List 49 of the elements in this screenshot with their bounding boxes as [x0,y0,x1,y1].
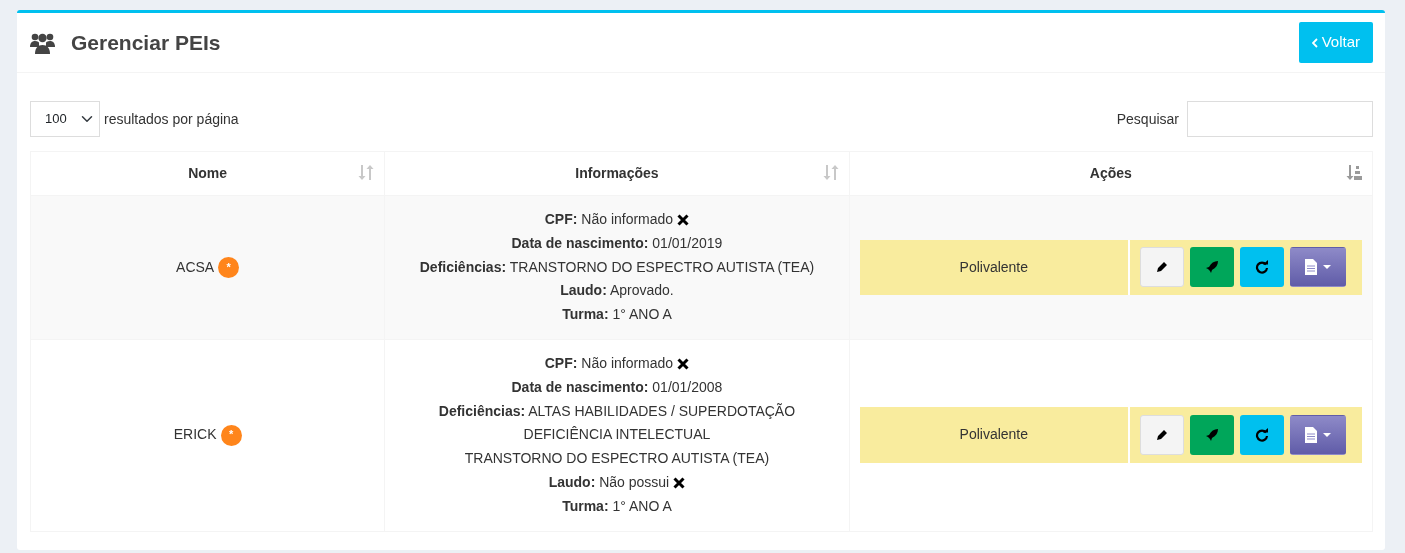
info-line: Turma: 1° ANO A [562,496,672,516]
document-icon [1305,427,1317,444]
teacher-label: Polivalente [959,425,1029,445]
edit-button[interactable] [1140,415,1184,456]
document-menu-button[interactable] [1290,247,1346,288]
info-line: DEFICIÊNCIA INTELECTUAL [523,425,711,445]
sort-icon [358,165,375,180]
users-icon [30,31,55,54]
pencil-icon [1155,428,1169,443]
info-line: Deficiências: ALTAS HABILIDADES / SUPERDOTAÇÃO [438,401,796,421]
info-line: Laudo: Aprovado. [560,281,674,301]
chevron-left-icon [1311,37,1318,48]
info-line: CPF: Não informado [544,354,674,373]
status-badge: * [220,424,242,446]
column-header[interactable]: Ações [1089,165,1132,181]
teacher-label: Polivalente [959,257,1029,277]
edit-button[interactable] [1140,247,1184,288]
search-field[interactable] [1187,101,1373,137]
column-header[interactable]: Nome [188,165,228,181]
info-line: CPF: Não informado [544,210,674,229]
refresh-button[interactable] [1240,247,1284,288]
info-line: Laudo: Não possui [548,472,670,492]
student-name: ACSA [176,257,215,277]
rocket-icon [1205,260,1219,275]
info-line: Deficiências: TRANSTORNO DO ESPECTRO AUTISTA (TEA) [419,257,815,277]
caret-icon [1323,433,1331,438]
sort-icon [822,165,839,180]
refresh-icon [1255,428,1269,443]
pencil-icon [1155,260,1169,275]
sort-icon [1346,165,1362,180]
refresh-button[interactable] [1240,415,1284,456]
student-name: ERICK [173,425,217,445]
info-line: Data de nascimento: 01/01/2008 [511,377,723,397]
page-length-label: resultados por página [104,109,239,129]
search-label: Pesquisar [1116,109,1179,129]
document-icon [1305,259,1317,276]
page-length-select[interactable]: 100 [30,101,100,137]
launch-button[interactable] [1190,247,1234,288]
document-menu-button[interactable] [1290,415,1346,456]
info-line: Data de nascimento: 01/01/2019 [511,233,723,253]
column-header[interactable]: Informações [575,165,659,181]
info-line: TRANSTORNO DO ESPECTRO AUTISTA (TEA) [464,449,770,469]
info-line: Turma: 1° ANO A [562,305,672,325]
status-badge: * [218,257,240,278]
page-title: Gerenciar PEIs [71,29,221,56]
rocket-icon [1205,428,1219,443]
caret-icon [1323,265,1331,270]
launch-button[interactable] [1190,415,1234,456]
refresh-icon [1255,260,1269,275]
